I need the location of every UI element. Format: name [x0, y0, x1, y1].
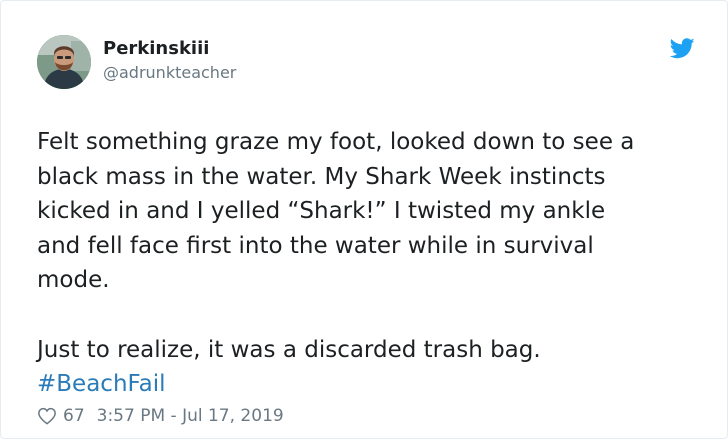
tweet-text: Felt something graze my foot, looked dow…: [37, 125, 697, 402]
tweet-text-line: kicked in and I yelled “Shark!” I twiste…: [37, 198, 606, 225]
heart-icon: [38, 407, 56, 425]
author-display-name[interactable]: Perkinskiii: [103, 38, 209, 59]
tweet-text-line: mode.: [37, 267, 110, 294]
twitter-bird-icon[interactable]: [670, 38, 695, 59]
tweet-text-line: black mass in the water. My Shark Week i…: [37, 163, 606, 190]
author-handle[interactable]: @adrunkteacher: [103, 63, 236, 82]
like-button[interactable]: 67: [37, 406, 97, 426]
avatar[interactable]: [37, 35, 91, 89]
tweet-card: Perkinskiii @adrunkteacher Felt somethin…: [0, 0, 728, 439]
like-count: 67: [63, 406, 85, 426]
tweet-text-line: and fell face first into the water while…: [37, 232, 594, 259]
avatar-photo-icon: [37, 35, 91, 89]
tweet-timestamp[interactable]: 3:57 PM - Jul 17, 2019: [97, 406, 284, 426]
tweet-closing-line: Just to realize, it was a discarded tras…: [37, 336, 541, 363]
hashtag-link[interactable]: #BeachFail: [37, 371, 166, 397]
tweet-meta: 67 3:57 PM - Jul 17, 2019: [37, 406, 284, 426]
tweet-text-line: Felt something graze my foot, looked dow…: [37, 129, 635, 155]
